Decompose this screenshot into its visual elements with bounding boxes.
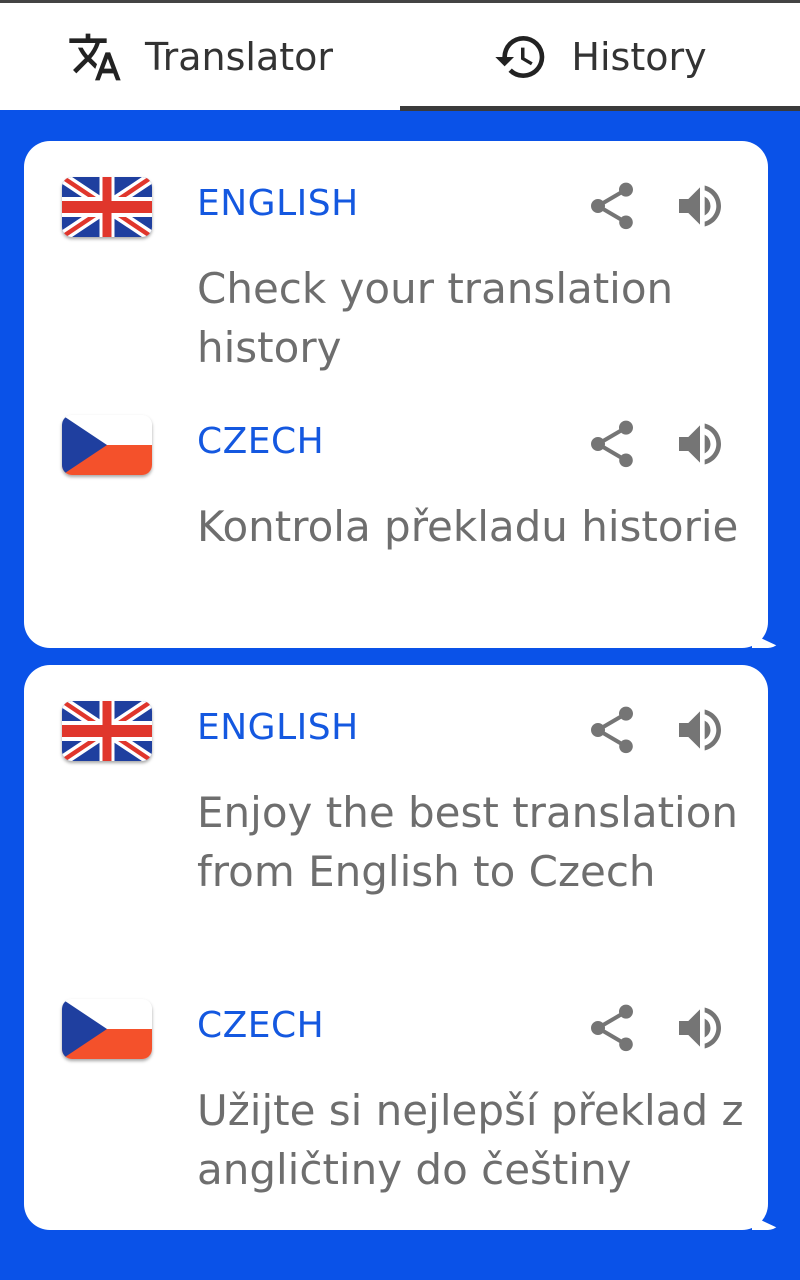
source-language-label: ENGLISH — [197, 707, 359, 748]
speak-button[interactable] — [672, 416, 728, 472]
target-language-label: CZECH — [197, 1005, 325, 1046]
czech-flag-icon — [62, 415, 152, 475]
source-text[interactable]: Check your translation history — [197, 259, 752, 377]
share-button[interactable] — [584, 416, 640, 472]
history-card: ENGLISH Enjoy the best translation from … — [24, 665, 782, 1230]
history-card: ENGLISH Check your translation history C… — [24, 141, 782, 648]
tab-bar: Translator History — [0, 0, 800, 111]
history-icon — [495, 35, 545, 78]
target-language-label: CZECH — [197, 421, 325, 462]
speaker-icon — [679, 423, 721, 465]
target-text[interactable]: Užijte si nejlepší překlad z angličtiny … — [197, 1081, 752, 1199]
share-icon — [591, 420, 633, 468]
share-button[interactable] — [584, 702, 640, 758]
translate-icon — [69, 33, 121, 80]
share-button[interactable] — [584, 1000, 640, 1056]
share-icon — [591, 182, 633, 230]
speaker-icon — [679, 1007, 721, 1049]
active-tab-indicator — [400, 106, 800, 111]
card-tail — [752, 1216, 782, 1230]
speak-button[interactable] — [672, 178, 728, 234]
tab-translator-label: Translator — [144, 34, 334, 79]
tab-history[interactable]: History — [400, 3, 800, 110]
source-language-label: ENGLISH — [197, 183, 359, 224]
target-text[interactable]: Kontrola překladu historie — [197, 497, 752, 556]
speaker-icon — [679, 709, 721, 751]
share-button[interactable] — [584, 178, 640, 234]
tab-translator[interactable]: Translator — [0, 3, 400, 110]
source-text[interactable]: Enjoy the best translation from English … — [197, 783, 752, 901]
uk-flag-icon — [62, 701, 152, 761]
card-tail — [752, 634, 782, 648]
czech-flag-icon — [62, 999, 152, 1059]
tab-history-label: History — [571, 34, 707, 79]
uk-flag-icon — [62, 177, 152, 237]
speak-button[interactable] — [672, 702, 728, 758]
speak-button[interactable] — [672, 1000, 728, 1056]
share-icon — [591, 706, 633, 754]
share-icon — [591, 1004, 633, 1052]
speaker-icon — [679, 185, 721, 227]
